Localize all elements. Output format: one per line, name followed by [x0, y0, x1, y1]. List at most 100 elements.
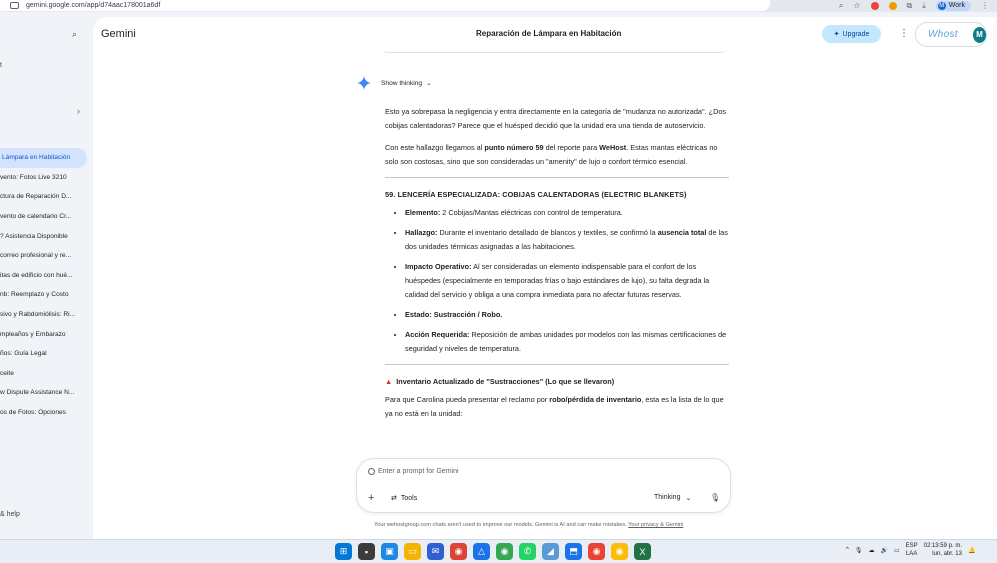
whatsapp-icon[interactable]: ✆ — [519, 543, 536, 560]
microphone-icon[interactable]: 🎙 — [855, 547, 863, 554]
text-run: Con este hallazgo llegamos al — [385, 143, 485, 152]
chrome-icon[interactable]: ◉ — [496, 543, 513, 560]
sidebar: ⌕ t › Lámpara en Habitación vento: Fotos… — [0, 17, 93, 539]
browser-menu-icon[interactable]: ⋮ — [981, 1, 989, 10]
sidebar-chat-item[interactable]: itas de edificio con hué... — [0, 266, 93, 286]
chat-label: os de Fotos: Opciones — [0, 409, 66, 417]
divider — [385, 364, 729, 365]
drive-icon[interactable]: △ — [473, 543, 490, 560]
chrome-icon[interactable]: ◉ — [450, 543, 467, 560]
chat-label: vento: Fotos Live 3210 — [0, 173, 67, 181]
text-bold: ausencia total — [657, 228, 707, 237]
app-icon[interactable]: ▣ — [381, 543, 398, 560]
item-label: Elemento: — [405, 208, 441, 217]
app-title[interactable]: Gemini — [101, 28, 136, 40]
clock[interactable]: 02:13:59 p. m. lun, abr. 13 — [924, 542, 962, 558]
item-label: Estado: Sustracción / Robo. — [405, 310, 503, 319]
network-icon[interactable]: ☁ — [868, 547, 874, 554]
sidebar-chat-item[interactable]: os de Fotos: Opciones — [0, 403, 93, 423]
bullet-list: Elemento: 2 Cobijas/Mantas eléctricas co… — [385, 206, 729, 356]
excel-icon[interactable]: X — [634, 543, 651, 560]
item-text: 2 Cobijas/Mantas eléctricas con control … — [440, 208, 623, 217]
profile-chip[interactable]: M Work — [935, 0, 971, 11]
chat-label: w Dispute Assistance N... — [0, 389, 75, 397]
sidebar-chat-item[interactable]: ctura de Reparación D... — [0, 187, 93, 207]
app-icon[interactable]: ▪ — [358, 543, 375, 560]
section-heading: 59. LENCERÍA ESPECIALIZADA: COBIJAS CALE… — [385, 190, 687, 199]
extension-icon[interactable] — [888, 1, 897, 10]
sidebar-chat-item[interactable]: correo profesional y re... — [0, 246, 93, 266]
shield-icon — [368, 468, 375, 475]
chrome-icon[interactable]: ◉ — [611, 543, 628, 560]
extensions-puzzle-icon[interactable]: ⧉ — [907, 1, 913, 11]
chevron-right-icon[interactable]: › — [77, 106, 80, 116]
chevron-down-icon: ⌄ — [685, 495, 692, 502]
bookmark-star-icon[interactable]: ☆ — [853, 1, 860, 10]
tools-button[interactable]: ⇄ Tools — [391, 494, 417, 503]
recent-chats-list: Lámpara en Habitación vento: Fotos Live … — [0, 148, 93, 422]
sidebar-chat-item[interactable]: nb: Reemplazo y Costo — [0, 285, 93, 305]
sidebar-chat-item[interactable]: Lámpara en Habitación — [0, 148, 87, 168]
disclaimer-text: Your wehostgroup.com chats aren't used t… — [374, 522, 627, 528]
sidebar-chat-item[interactable]: ños: Guía Legal — [0, 344, 93, 364]
profile-label: Work — [948, 2, 965, 9]
sidebar-chat-item[interactable]: vento de calendario Cr... — [0, 207, 93, 227]
previous-message-edge — [383, 49, 725, 53]
settings-help-link[interactable]: & help — [0, 511, 20, 518]
download-icon[interactable]: ⤓ — [922, 1, 926, 11]
zoom-icon[interactable]: ⌕ — [839, 1, 843, 11]
battery-icon[interactable]: ▭ — [894, 547, 900, 554]
sidebar-chat-item[interactable]: ceite — [0, 364, 93, 384]
extension-icon[interactable] — [870, 1, 879, 10]
privacy-link[interactable]: Your privacy & Gemini — [628, 522, 683, 528]
microphone-icon[interactable]: 🎙 — [710, 493, 720, 502]
chevron-down-icon: ⌄ — [426, 80, 432, 87]
sidebar-chat-item[interactable]: w Dispute Assistance N... — [0, 383, 93, 403]
prompt-input[interactable]: Enter a prompt for Gemini — [368, 468, 459, 475]
start-menu-icon[interactable]: ⊞ — [335, 543, 352, 560]
list-item: Impacto Operativo: Al ser consideradas u… — [405, 260, 729, 302]
chevron-up-icon[interactable]: ^ — [846, 547, 849, 553]
sidebar-chat-item[interactable]: mpleaños y Embarazo — [0, 324, 93, 344]
list-item: Hallazgo: Durante el inventario detallad… — [405, 226, 729, 254]
taskbar-apps: ⊞ ▪ ▣ ▭ ✉ ◉ △ ◉ ✆ ◢ ⬒ ◉ ◉ X — [335, 543, 651, 560]
sidebar-chat-item[interactable]: sivo y Rabdomiólisis: Ri... — [0, 305, 93, 325]
upgrade-label: Upgrade — [842, 30, 870, 38]
divider — [385, 177, 729, 178]
more-options-icon[interactable]: ⋮ — [899, 28, 909, 39]
add-attachment-button[interactable]: + — [368, 492, 374, 504]
text-run: Para que Carolina pueda presentar el rec… — [385, 395, 550, 404]
app-icon[interactable]: ◢ — [542, 543, 559, 560]
sidebar-chat-item[interactable]: vento: Fotos Live 3210 — [0, 168, 93, 188]
outlook-icon[interactable]: ✉ — [427, 543, 444, 560]
sidebar-truncated-item[interactable]: t — [0, 62, 2, 69]
chat-label: ctura de Reparación D... — [0, 193, 72, 201]
prompt-box: Enter a prompt for Gemini + ⇄ Tools Thin… — [356, 458, 731, 513]
list-item: Estado: Sustracción / Robo. — [405, 308, 729, 322]
text-bold: robo/pérdida de inventario — [549, 395, 642, 404]
app-icon[interactable]: ⬒ — [565, 543, 582, 560]
response-paragraph: Con este hallazgo llegamos al punto núme… — [385, 141, 729, 169]
account-button[interactable]: Whost M — [915, 22, 987, 47]
upgrade-button[interactable]: ✦ Upgrade — [822, 25, 881, 43]
conversation-title[interactable]: Reparación de Lámpara en Habitación — [476, 29, 621, 38]
chat-label: ceite — [0, 369, 14, 377]
chat-label: sivo y Rabdomiólisis: Ri... — [0, 311, 76, 319]
avatar: M — [972, 26, 986, 43]
sidebar-chat-item[interactable]: ? Asistencia Disponible — [0, 226, 93, 246]
show-thinking-toggle[interactable]: Show thinking ⌄ — [381, 79, 432, 88]
text-bold: WeHost — [599, 143, 627, 152]
lang-layout: LAA — [905, 551, 918, 557]
chat-label: nb: Reemplazo y Costo — [0, 291, 69, 299]
volume-icon[interactable]: 🔊 — [880, 547, 887, 554]
search-icon[interactable]: ⌕ — [72, 29, 77, 40]
url-text: gemini.google.com/app/d74aac178001a6df — [26, 2, 161, 9]
file-explorer-icon[interactable]: ▭ — [404, 543, 421, 560]
language-indicator[interactable]: ESP LAA — [906, 542, 918, 558]
model-mode-dropdown[interactable]: Thinking ⌄ — [654, 494, 691, 502]
text-run: del reporte para — [543, 143, 600, 152]
site-settings-icon[interactable] — [10, 2, 19, 9]
notifications-icon[interactable]: 🔔 — [968, 547, 975, 554]
address-bar[interactable]: gemini.google.com/app/d74aac178001a6df — [0, 0, 770, 11]
chrome-icon[interactable]: ◉ — [588, 543, 605, 560]
